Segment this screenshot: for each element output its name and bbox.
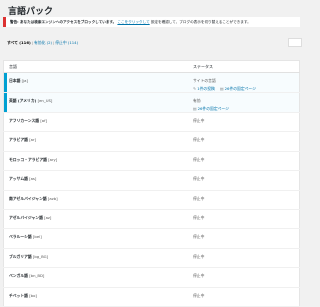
table-row: アラビア語 [ar] 停止中 bbox=[3, 131, 300, 152]
table-row: 英語 (アメリカ) [en_US] 有効 ▤26件の固定ページ bbox=[3, 92, 300, 113]
filter-disabled[interactable]: 停止中 (114) bbox=[55, 40, 78, 45]
language-name: モロッコ・アラビア語 [ary] bbox=[9, 156, 58, 162]
language-name: ベンガル語 [bn_BD] bbox=[9, 273, 45, 279]
language-name: 英語 (アメリカ) [en_US] bbox=[9, 98, 53, 103]
table-row: アゼルバイジャン語 [az] 停止中 bbox=[3, 209, 300, 230]
table-row: アッサム語 [as] 停止中 bbox=[3, 170, 300, 191]
language-status: 停止中 bbox=[193, 253, 205, 259]
filter-all[interactable]: すべて (116) bbox=[7, 40, 31, 45]
table-header-row: 言語 ステータス bbox=[3, 60, 300, 73]
language-name: アゼルバイジャン語 [az] bbox=[9, 214, 52, 220]
language-name: アッサム語 [as] bbox=[9, 176, 37, 182]
language-status: 停止中 bbox=[193, 118, 205, 123]
language-name: 南アゼルバイジャン語 [azb] bbox=[9, 195, 58, 201]
table-row: 日本語 [ja] サイトの言語 ✎1件の投稿 ▤26件の固定ページ bbox=[3, 72, 300, 93]
language-status: 停止中 bbox=[193, 176, 205, 182]
language-name: ブルガリア語 [bg_BG] bbox=[9, 253, 49, 259]
language-status: 停止中 bbox=[193, 273, 205, 279]
page-title: 言語パック bbox=[8, 7, 54, 17]
language-status: 停止中 bbox=[193, 137, 205, 143]
status-filter-links: すべて (116)|有効化 (2)|停止中 (114) bbox=[7, 40, 79, 45]
language-status: 停止中 bbox=[193, 195, 205, 201]
table-row: チベット語 [bo] 停止中 bbox=[3, 287, 300, 307]
language-name: チベット語 [bo] bbox=[9, 292, 37, 298]
language-status: 停止中 bbox=[193, 156, 205, 162]
search-input[interactable] bbox=[288, 38, 302, 47]
language-status: 停止中 bbox=[193, 214, 205, 220]
language-name: ベラルーシ語 [bel] bbox=[9, 234, 42, 240]
language-table: 言語 ステータス 日本語 [ja] サイトの言語 ✎1件の投稿 ▤26件の固定ペ… bbox=[3, 60, 300, 307]
notice-trailing-text: 設定を確認して、ブログの表示を切り替えることができます。 bbox=[150, 20, 251, 24]
table-row: ベンガル語 [bn_BD] 停止中 bbox=[3, 267, 300, 288]
language-status: 有効 bbox=[193, 98, 201, 103]
pages-count-link[interactable]: 26件の固定ページ bbox=[225, 86, 256, 91]
table-row: アフリカーンス語 [af] 停止中 bbox=[3, 112, 300, 133]
search-engine-warning-notice: 警告: あなたは検索エンジンへのアクセスをブロックしています。 ここをクリックし… bbox=[3, 17, 300, 27]
filter-enabled[interactable]: 有効化 (2) bbox=[34, 40, 52, 45]
language-status: 停止中 bbox=[193, 292, 205, 298]
table-row: 南アゼルバイジャン語 [azb] 停止中 bbox=[3, 190, 300, 210]
language-status: 停止中 bbox=[193, 234, 205, 240]
pages-count-link[interactable]: 26件の固定ページ bbox=[198, 106, 229, 111]
posts-count-link[interactable]: 1件の投稿 bbox=[197, 86, 215, 91]
language-name: アラビア語 [ar] bbox=[9, 137, 37, 143]
language-status: サイトの言語 bbox=[193, 78, 216, 83]
pin-icon: ✎ bbox=[193, 86, 197, 91]
notice-warning-text: 警告: あなたは検索エンジンへのアクセスをブロックしています。 bbox=[10, 20, 117, 24]
table-row: モロッコ・アラビア語 [ary] 停止中 bbox=[3, 151, 300, 172]
language-column-header: 言語 bbox=[3, 60, 188, 73]
language-name: 日本語 [ja] bbox=[9, 78, 28, 83]
notice-settings-link[interactable]: ここをクリックして bbox=[117, 20, 149, 24]
table-row: ベラルーシ語 [bel] 停止中 bbox=[3, 228, 300, 249]
table-row: ブルガリア語 [bg_BG] 停止中 bbox=[3, 248, 300, 269]
status-column-header: ステータス bbox=[188, 60, 300, 73]
language-name: アフリカーンス語 [af] bbox=[9, 118, 47, 123]
page-icon: ▤ bbox=[220, 86, 224, 91]
page-icon: ▤ bbox=[193, 106, 197, 111]
